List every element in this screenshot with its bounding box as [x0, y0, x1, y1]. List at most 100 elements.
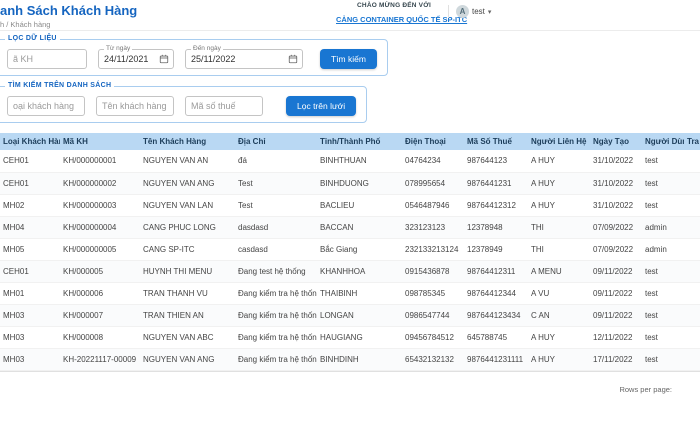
column-header[interactable]: Tỉnh/Thành Phố [317, 133, 402, 150]
calendar-icon[interactable] [159, 54, 169, 64]
table-cell: 987644123434 [464, 304, 528, 326]
table-cell: MH03 [0, 326, 60, 348]
column-header[interactable]: Điện Thoại [402, 133, 464, 150]
table-cell: Đang kiểm tra hệ thống [235, 304, 317, 326]
column-header[interactable]: Mã Số Thuế [464, 133, 528, 150]
table-cell: 98764412344 [464, 282, 528, 304]
table-cell: 31/10/2022 [590, 194, 642, 216]
table-row[interactable]: CEH01KH/000005HUYNH THI MENUĐang test hệ… [0, 260, 700, 282]
table-cell [684, 216, 700, 238]
table-cell: 323123123 [402, 216, 464, 238]
table-cell: KH/000005 [60, 260, 140, 282]
table-cell: A MENU [528, 260, 590, 282]
table-row[interactable]: MH01KH/000006TRAN THANH VUĐang kiểm tra … [0, 282, 700, 304]
table-cell: 09/11/2022 [590, 260, 642, 282]
table-cell: CEH01 [0, 150, 60, 172]
table-row[interactable]: MH02KH/000000003NGUYEN VAN LANTestBACLIE… [0, 194, 700, 216]
table-cell: 65432132132 [402, 348, 464, 370]
from-date-field: Từ ngày 24/11/2021 [98, 49, 174, 69]
table-cell: admin [642, 238, 684, 260]
column-header[interactable]: Tra [684, 133, 700, 150]
table-cell: KH/000008 [60, 326, 140, 348]
table-cell: NGUYEN VAN ABC [140, 326, 235, 348]
to-date-value: 25/11/2022 [191, 54, 235, 64]
table-row[interactable]: CEH01KH/000000002NGUYEN VAN ANGTestBINHD… [0, 172, 700, 194]
table-cell: 17/11/2022 [590, 348, 642, 370]
table-cell: Bắc Giang [317, 238, 402, 260]
column-header[interactable]: Người Dùng [642, 133, 684, 150]
table-cell: BACCAN [317, 216, 402, 238]
table-cell: LONGAN [317, 304, 402, 326]
table-cell: TRAN THIEN AN [140, 304, 235, 326]
table-cell: 04764234 [402, 150, 464, 172]
table-cell: MH03 [0, 304, 60, 326]
table-cell: Đang kiểm tra hệ thống [235, 326, 317, 348]
column-header[interactable]: Ngày Tạo [590, 133, 642, 150]
table-cell: MH01 [0, 282, 60, 304]
table-cell: NGUYEN VAN ANG [140, 172, 235, 194]
user-menu[interactable]: A test ▾ [448, 5, 491, 18]
table-cell: KH/000000003 [60, 194, 140, 216]
table-cell: A HUY [528, 194, 590, 216]
filter-data-panel: LỌC DỮ LIỆU Từ ngày 24/11/2021 Đến ngày … [0, 39, 388, 76]
table-cell: 9876441231 [464, 172, 528, 194]
table-row[interactable]: MH04KH/000000004CANG PHUC LONGdasdasdBAC… [0, 216, 700, 238]
tax-code-input[interactable] [185, 96, 263, 116]
customer-table: Loại Khách HàngMã KHTên Khách HàngĐịa Ch… [0, 133, 700, 371]
from-date-label: Từ ngày [104, 45, 132, 52]
customer-name-field [96, 96, 174, 116]
from-date-input[interactable]: 24/11/2021 [98, 49, 174, 69]
table-cell: 98764412311 [464, 260, 528, 282]
customer-type-field [7, 96, 85, 116]
table-cell: Đang kiểm tra hệ thống [235, 282, 317, 304]
table-cell: TRAN THANH VU [140, 282, 235, 304]
customer-code-input[interactable] [7, 49, 87, 69]
table-cell [684, 304, 700, 326]
table-cell: 078995654 [402, 172, 464, 194]
customer-type-input[interactable] [7, 96, 85, 116]
table-cell [684, 238, 700, 260]
avatar[interactable]: A [456, 5, 469, 18]
table-row[interactable]: MH03KH-20221117-00009NGUYEN VAN ANGĐang … [0, 348, 700, 370]
customer-name-input[interactable] [96, 96, 174, 116]
column-header[interactable]: Tên Khách Hàng [140, 133, 235, 150]
table-row[interactable]: MH05KH/000000005CANG SP-ITCcasdasdBắc Gi… [0, 238, 700, 260]
from-date-value: 24/11/2021 [104, 54, 148, 64]
table-cell: Đang kiểm tra hệ thống [235, 348, 317, 370]
column-header[interactable]: Địa Chỉ [235, 133, 317, 150]
table-cell [684, 326, 700, 348]
table-cell: BINHDINH [317, 348, 402, 370]
table-row[interactable]: MH03KH/000007TRAN THIEN ANĐang kiểm tra … [0, 304, 700, 326]
table-cell: A HUY [528, 348, 590, 370]
table-cell: casdasd [235, 238, 317, 260]
table-cell: 31/10/2022 [590, 150, 642, 172]
table-cell: KH/000006 [60, 282, 140, 304]
table-cell: NGUYEN VAN LAN [140, 194, 235, 216]
table-row[interactable]: CEH01KH/000000001NGUYEN VAN ANđáBINHTHUA… [0, 150, 700, 172]
welcome-block: CHÀO MỪNG ĐẾN VỚI CẢNG CONTAINER QUỐC TẾ… [336, 2, 452, 27]
table-cell [684, 260, 700, 282]
table-cell: HUYNH THI MENU [140, 260, 235, 282]
table-cell: test [642, 150, 684, 172]
to-date-input[interactable]: 25/11/2022 [185, 49, 303, 69]
rows-per-page-label[interactable]: Rows per page: [619, 385, 672, 394]
table-cell: KH/000000001 [60, 150, 140, 172]
column-header[interactable]: Loại Khách Hàng [0, 133, 60, 150]
calendar-icon[interactable] [288, 54, 298, 64]
table-cell: NGUYEN VAN ANG [140, 348, 235, 370]
table-cell [684, 194, 700, 216]
table-cell: CEH01 [0, 172, 60, 194]
table-cell: KHANHHOA [317, 260, 402, 282]
table-cell: 098785345 [402, 282, 464, 304]
table-cell: 12378948 [464, 216, 528, 238]
table-cell: test [642, 304, 684, 326]
column-header[interactable]: Người Liên Hệ [528, 133, 590, 150]
table-cell: Đang test hệ thống [235, 260, 317, 282]
search-button[interactable]: Tìm kiếm [320, 49, 377, 69]
top-header: anh Sách Khách Hàng h / Khách hàng CHÀO … [0, 0, 700, 31]
table-row[interactable]: MH03KH/000008NGUYEN VAN ABCĐang kiểm tra… [0, 326, 700, 348]
grid-filter-button[interactable]: Lọc trên lưới [286, 96, 356, 116]
table-cell: 645788745 [464, 326, 528, 348]
table-cell: 232133213124 [402, 238, 464, 260]
column-header[interactable]: Mã KH [60, 133, 140, 150]
